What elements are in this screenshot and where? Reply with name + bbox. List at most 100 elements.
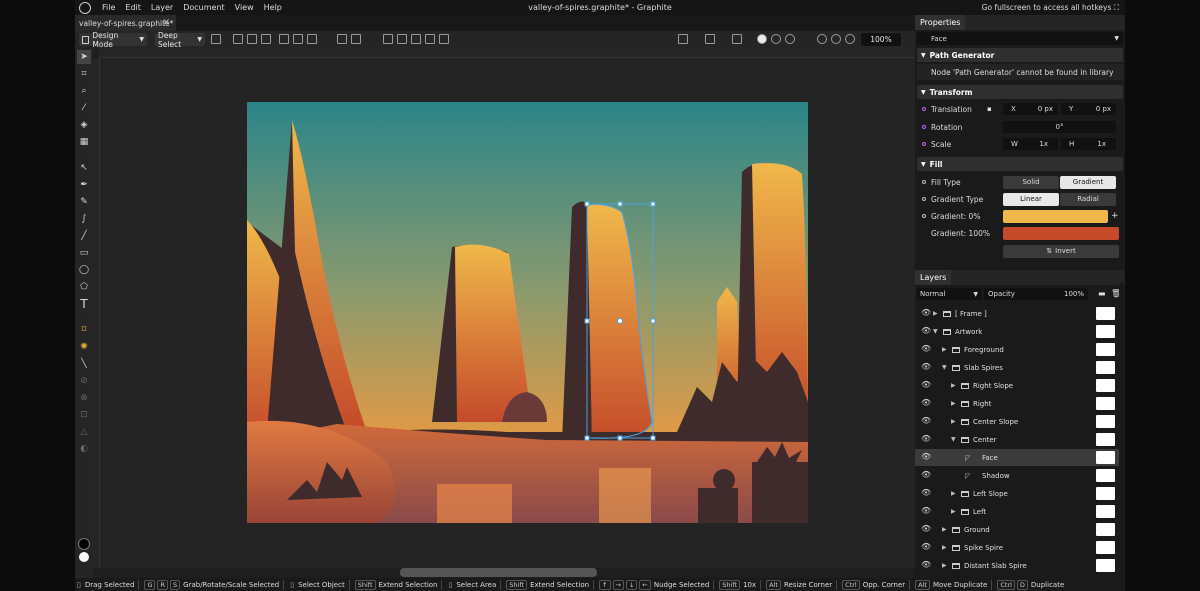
expose-dot-icon[interactable] xyxy=(922,180,926,184)
gradient-100-color-swatch[interactable] xyxy=(1003,226,1119,240)
menu-view[interactable]: View xyxy=(235,3,254,12)
select-tool-icon[interactable]: ➤ xyxy=(77,50,91,64)
flip-vertical-icon[interactable] xyxy=(351,34,361,44)
chevron-right-icon[interactable]: ▶ xyxy=(942,544,947,551)
select-mode-dropdown[interactable]: Deep Select ▼ xyxy=(155,31,205,49)
translation-y-field[interactable]: Y 0 px xyxy=(1061,103,1116,115)
menu-edit[interactable]: Edit xyxy=(125,3,141,12)
fill-solid-button[interactable]: Solid xyxy=(1003,175,1059,189)
handle-top-left[interactable] xyxy=(584,201,590,207)
visibility-eye-icon[interactable]: 👁 xyxy=(921,326,931,335)
brush-tool-icon[interactable]: ╲ xyxy=(77,357,91,371)
text-tool-icon[interactable]: T xyxy=(77,297,91,311)
path-tool-icon[interactable]: ↖ xyxy=(77,161,91,175)
overlays-icon[interactable] xyxy=(732,34,742,44)
boolean-difference-icon[interactable] xyxy=(425,34,435,44)
chevron-right-icon[interactable]: ▶ xyxy=(951,400,956,407)
layer-row[interactable]: 👁 ▶ Left Slope xyxy=(915,485,1121,502)
clone-tool-icon[interactable]: ⊗ xyxy=(77,391,91,405)
visibility-eye-icon[interactable]: 👁 xyxy=(921,308,931,317)
expose-dot-icon[interactable] xyxy=(922,197,926,201)
handle-right[interactable] xyxy=(650,318,656,324)
rectangle-tool-icon[interactable]: ▭ xyxy=(77,246,91,260)
heal-tool-icon[interactable]: ⊘ xyxy=(77,374,91,388)
handle-top-right[interactable] xyxy=(650,201,656,207)
chevron-right-icon[interactable]: ▶ xyxy=(933,310,938,317)
fullscreen-hint[interactable]: Go fullscreen to access all hotkeys ⛶ xyxy=(982,3,1119,13)
expose-dot-icon[interactable] xyxy=(922,142,926,146)
artboard[interactable] xyxy=(247,102,808,523)
secondary-color-swatch[interactable] xyxy=(79,552,89,562)
add-stop-icon[interactable]: + xyxy=(1111,211,1119,221)
layer-row[interactable]: 👁 ▼ Center xyxy=(915,431,1121,448)
render-outline-icon[interactable] xyxy=(771,34,781,44)
gradient-linear-button[interactable]: Linear xyxy=(1003,192,1059,206)
opacity-field[interactable]: Opacity 100% xyxy=(984,288,1088,300)
visibility-eye-icon[interactable]: 👁 xyxy=(921,524,931,533)
handle-left[interactable] xyxy=(584,318,590,324)
layers-scrollbar[interactable] xyxy=(1119,283,1124,578)
menu-file[interactable]: File xyxy=(102,3,115,12)
pivot-icon[interactable] xyxy=(211,34,221,44)
layer-name-field[interactable]: Face ▼ xyxy=(917,32,1123,45)
align-top-icon[interactable] xyxy=(279,34,289,44)
chevron-right-icon[interactable]: ▶ xyxy=(951,508,956,515)
layer-row[interactable]: 👁 ▶ Foreground xyxy=(915,341,1121,358)
canvas-viewport[interactable] xyxy=(100,58,915,568)
document-tab[interactable]: valley-of-spires.graphite* ✕ xyxy=(75,15,176,31)
patch-tool-icon[interactable]: ⊡ xyxy=(77,408,91,422)
new-folder-icon[interactable]: ▬ xyxy=(1098,289,1106,298)
visibility-eye-icon[interactable]: 👁 xyxy=(921,344,931,353)
handle-bottom-left[interactable] xyxy=(584,435,590,441)
layer-row[interactable]: 👁 ▶ Ground xyxy=(915,521,1121,538)
mode-dropdown[interactable]: Design Mode ▼ xyxy=(79,31,147,49)
align-left-icon[interactable] xyxy=(233,34,243,44)
handle-top[interactable] xyxy=(617,201,623,207)
gradient-radial-button[interactable]: Radial xyxy=(1060,192,1116,206)
expose-dot-icon[interactable] xyxy=(922,125,926,129)
align-right-icon[interactable] xyxy=(261,34,271,44)
section-path-generator[interactable]: ▼ Path Generator xyxy=(917,48,1123,62)
tab-layers[interactable]: Layers xyxy=(915,270,952,285)
align-center-icon[interactable] xyxy=(247,34,257,44)
layer-row[interactable]: 👁 ▼ Slab Spires xyxy=(915,359,1121,376)
align-middle-icon[interactable] xyxy=(293,34,303,44)
visibility-eye-icon[interactable]: 👁 xyxy=(921,380,931,389)
zoom-in-icon[interactable] xyxy=(817,34,827,44)
artboard-tool-icon[interactable]: ⌗ xyxy=(77,67,91,81)
link-icon[interactable]: ▪ xyxy=(987,105,992,113)
render-pixel-icon[interactable] xyxy=(785,34,795,44)
visibility-eye-icon[interactable]: 👁 xyxy=(921,488,931,497)
navigate-tool-icon[interactable]: ⌕ xyxy=(77,84,91,98)
handle-bottom[interactable] xyxy=(617,435,623,441)
section-fill[interactable]: ▼ Fill xyxy=(917,157,1123,171)
chevron-right-icon[interactable]: ▶ xyxy=(942,562,947,569)
menu-layer[interactable]: Layer xyxy=(151,3,173,12)
layer-row[interactable]: 👁 ▶ Right xyxy=(915,395,1121,412)
pivot-handle[interactable] xyxy=(617,318,623,324)
line-tool-icon[interactable]: ╱ xyxy=(77,229,91,243)
visibility-eye-icon[interactable]: 👁 xyxy=(921,398,931,407)
chevron-right-icon[interactable]: ▶ xyxy=(942,346,947,353)
align-bottom-icon[interactable] xyxy=(307,34,317,44)
chevron-down-icon[interactable]: ▼ xyxy=(942,364,947,371)
layer-row[interactable]: 👁 ◸ Shadow xyxy=(915,467,1121,484)
fill-tool-icon[interactable]: ◈ xyxy=(77,118,91,132)
scale-w-field[interactable]: W 1x xyxy=(1003,138,1058,150)
ellipse-tool-icon[interactable]: ◯ xyxy=(77,263,91,277)
chevron-down-icon[interactable]: ▼ xyxy=(933,328,938,335)
grid-icon[interactable] xyxy=(705,34,715,44)
menu-help[interactable]: Help xyxy=(264,3,282,12)
detail-tool-icon[interactable]: △ xyxy=(77,425,91,439)
visibility-eye-icon[interactable]: 👁 xyxy=(921,542,931,551)
expose-dot-icon[interactable] xyxy=(922,107,926,111)
layer-row[interactable]: 👁 ▼ Artwork xyxy=(915,323,1121,340)
zoom-out-icon[interactable] xyxy=(831,34,841,44)
rotation-field[interactable]: 0° xyxy=(1003,121,1116,133)
visibility-eye-icon[interactable]: 👁 xyxy=(921,470,931,479)
layer-row[interactable]: 👁 ▶ Center Slope xyxy=(915,413,1121,430)
imaginate-tool-icon[interactable]: ✺ xyxy=(77,340,91,354)
chevron-right-icon[interactable]: ▶ xyxy=(951,382,956,389)
layer-row[interactable]: 👁 ▶ Right Slope xyxy=(915,377,1121,394)
boolean-union-icon[interactable] xyxy=(383,34,393,44)
